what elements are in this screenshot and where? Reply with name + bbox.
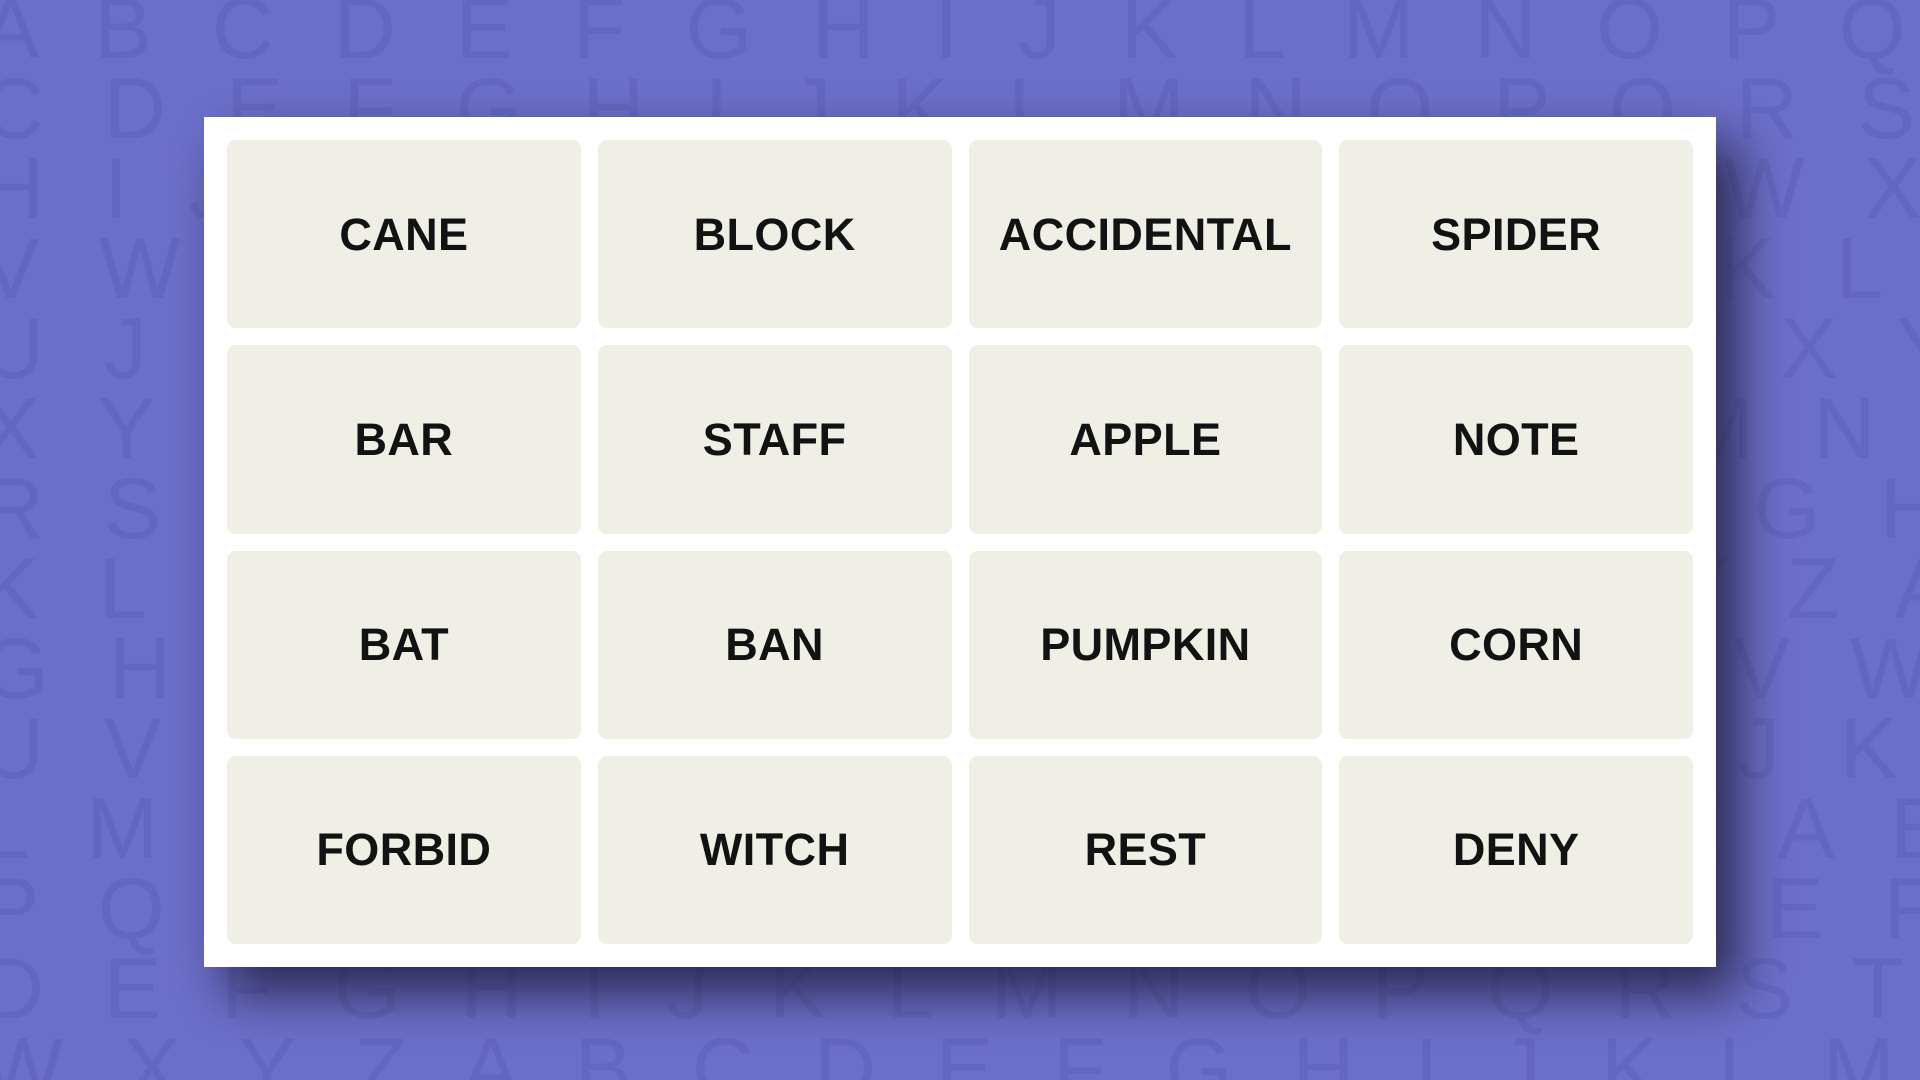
word-tile-label: CANE: [339, 208, 469, 260]
word-tile[interactable]: CANE: [227, 140, 581, 329]
word-tile[interactable]: SPIDER: [1339, 140, 1693, 329]
word-tile[interactable]: ACCIDENTAL: [968, 140, 1323, 329]
word-tile-label: FORBID: [316, 824, 492, 876]
word-tile[interactable]: BLOCK: [597, 140, 952, 329]
word-tile[interactable]: STAFF: [597, 345, 952, 534]
word-tile[interactable]: REST: [968, 755, 1323, 944]
word-tile-label: SPIDER: [1431, 208, 1602, 260]
word-tile[interactable]: DENY: [1339, 755, 1693, 944]
word-tile-label: BAN: [725, 619, 824, 671]
word-tile-label: DENY: [1452, 824, 1580, 876]
word-tile-label: STAFF: [702, 413, 847, 465]
word-tile-label: APPLE: [1069, 413, 1222, 465]
background-letter-row: W X Y Z A B C D E F G H I J K L M N O P …: [0, 1021, 1920, 1080]
word-tile-label: BAR: [354, 413, 454, 465]
word-tile[interactable]: CORN: [1339, 550, 1693, 739]
word-tile[interactable]: WITCH: [597, 755, 952, 944]
word-tile-label: REST: [1084, 824, 1207, 876]
word-tile-label: CORN: [1449, 619, 1584, 671]
word-tile-label: BAT: [358, 619, 450, 671]
background-letter-row: A B C D E F G H I J K L M N O P Q R S T …: [0, 0, 1920, 77]
word-tile-label: BLOCK: [693, 208, 856, 260]
word-tile[interactable]: APPLE: [968, 345, 1323, 534]
word-tile[interactable]: BAT: [227, 550, 581, 739]
word-tile[interactable]: BAN: [597, 550, 952, 739]
word-tile[interactable]: BAR: [227, 345, 581, 534]
word-tile-label: NOTE: [1452, 413, 1580, 465]
word-tile-label: ACCIDENTAL: [998, 208, 1292, 260]
word-tile[interactable]: FORBID: [227, 755, 581, 944]
word-tile-label: PUMPKIN: [1040, 619, 1251, 671]
word-tile[interactable]: PUMPKIN: [968, 550, 1323, 739]
puzzle-board-grid: CANE BLOCK ACCIDENTAL SPIDER BAR STAFF APPLE NO…: [204, 117, 1716, 967]
puzzle-screen: A B C D E F G H I J K L M N O P Q R S T …: [0, 0, 1920, 1080]
word-tile-label: WITCH: [699, 824, 850, 876]
word-tile[interactable]: NOTE: [1339, 345, 1693, 534]
